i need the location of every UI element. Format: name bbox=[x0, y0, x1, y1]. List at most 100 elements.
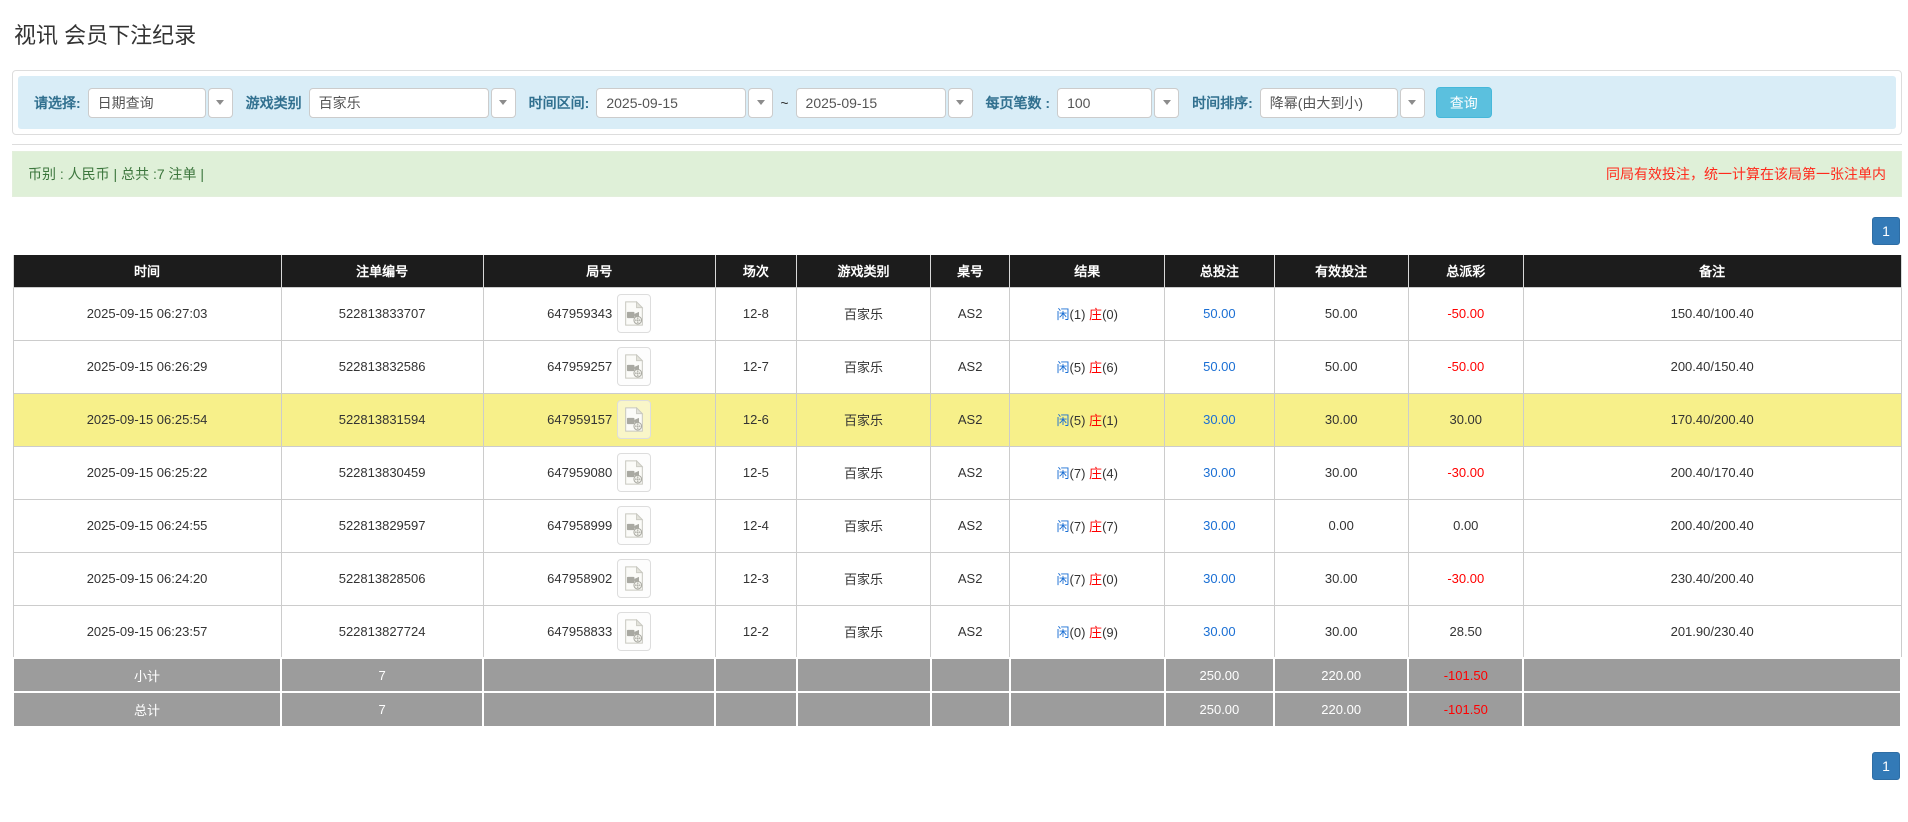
sort-order-label: 时间排序: bbox=[1192, 94, 1253, 111]
col-header-game-type: 游戏类别 bbox=[795, 255, 932, 287]
range-separator: ~ bbox=[780, 94, 789, 111]
cell-result: 闲(1) 庄(0) bbox=[1009, 286, 1166, 341]
cell-total-bet: 30.00 bbox=[1164, 445, 1275, 500]
sort-order-dropdown-button[interactable] bbox=[1399, 87, 1425, 118]
cell-game-type: 百家乐 bbox=[795, 392, 932, 447]
page-size-value[interactable]: 100 bbox=[1057, 87, 1153, 118]
total-row-payout: -101.50 bbox=[1407, 691, 1525, 726]
total-row-session bbox=[714, 691, 798, 726]
cell-round-id: 647959257 bbox=[482, 339, 716, 394]
page-1-button[interactable]: 1 bbox=[1872, 752, 1900, 780]
page-1-button[interactable]: 1 bbox=[1872, 217, 1900, 245]
time-range-label: 时间区间: bbox=[528, 94, 590, 111]
player-label: 闲 bbox=[1056, 519, 1070, 534]
video-record-button[interactable] bbox=[617, 453, 652, 492]
cell-total-bet: 30.00 bbox=[1164, 604, 1275, 659]
round-id-text: 647959257 bbox=[547, 359, 613, 374]
banker-count: (4) bbox=[1102, 466, 1118, 481]
cell-table: AS2 bbox=[930, 551, 1011, 606]
cell-time: 2025-09-15 06:25:54 bbox=[12, 392, 282, 447]
video-record-icon bbox=[625, 301, 644, 326]
player-count: (1) bbox=[1069, 307, 1086, 322]
cell-time: 2025-09-15 06:27:03 bbox=[12, 286, 282, 341]
summary-bar: 币别 : 人民币 | 总共 :7 注单 | 同局有效投注，统一计算在该局第一张注… bbox=[12, 151, 1902, 197]
round-id-text: 647958902 bbox=[547, 571, 613, 586]
player-count: (7) bbox=[1069, 572, 1086, 587]
banker-count: (0) bbox=[1102, 572, 1118, 587]
cell-table: AS2 bbox=[930, 498, 1011, 553]
date-from-value[interactable]: 2025-09-15 bbox=[596, 87, 747, 118]
total-row: 总计 7 250.00 220.00 -101.50 bbox=[11, 691, 1902, 726]
total-row-result bbox=[1008, 691, 1166, 726]
sort-order-combobox[interactable]: 降幂(由大到小) bbox=[1259, 87, 1425, 118]
date-from-dropdown-button[interactable] bbox=[748, 87, 774, 118]
select-type-value[interactable]: 日期查询 bbox=[87, 87, 206, 118]
sort-order-value[interactable]: 降幂(由大到小) bbox=[1259, 87, 1398, 118]
valid-bet-note: 同局有效投注，统一计算在该局第一张注单内 bbox=[1606, 166, 1886, 182]
subtotal-row-round bbox=[482, 657, 717, 692]
round-id-text: 647959343 bbox=[547, 306, 613, 321]
game-type-label: 游戏类别 bbox=[245, 94, 302, 111]
cell-total-bet: 50.00 bbox=[1164, 286, 1275, 341]
player-label: 闲 bbox=[1056, 466, 1070, 481]
page-size-dropdown-button[interactable] bbox=[1154, 87, 1180, 118]
banker-count: (0) bbox=[1102, 307, 1118, 322]
date-to-value[interactable]: 2025-09-15 bbox=[795, 87, 946, 118]
cell-session: 12-5 bbox=[714, 445, 798, 500]
cell-time: 2025-09-15 06:23:57 bbox=[12, 604, 282, 659]
video-record-button[interactable] bbox=[617, 611, 652, 651]
total-bet-link[interactable]: 30.00 bbox=[1203, 571, 1236, 586]
cell-round-id: 647958902 bbox=[482, 551, 716, 606]
date-from-combobox[interactable]: 2025-09-15 bbox=[596, 87, 774, 118]
subtotal-row-remark bbox=[1522, 657, 1902, 692]
search-button[interactable]: 查询 bbox=[1435, 87, 1492, 118]
bet-records-table: 时间 注单编号 局号 场次 游戏类别 桌号 结果 总投注 有效投注 总派彩 备注 2025-09-1… bbox=[11, 255, 1902, 726]
cell-bet-id: 522813831594 bbox=[280, 392, 484, 447]
cell-valid-bet: 50.00 bbox=[1273, 339, 1409, 394]
video-record-button[interactable] bbox=[617, 559, 652, 598]
cell-round-id: 647959157 bbox=[482, 392, 716, 447]
cell-remark: 170.40/200.40 bbox=[1522, 392, 1902, 447]
player-count: (7) bbox=[1069, 519, 1086, 534]
player-label: 闲 bbox=[1056, 413, 1070, 428]
page-title: 视讯 会员下注纪录 bbox=[14, 23, 197, 48]
banker-count: (1) bbox=[1102, 413, 1118, 428]
page-size-combobox[interactable]: 100 bbox=[1057, 87, 1180, 118]
video-record-icon bbox=[625, 618, 644, 644]
game-type-dropdown-button[interactable] bbox=[490, 87, 516, 118]
cell-valid-bet: 30.00 bbox=[1273, 551, 1409, 606]
total-bet-link[interactable]: 30.00 bbox=[1203, 624, 1236, 639]
total-bet-link[interactable]: 30.00 bbox=[1203, 412, 1236, 427]
banker-label: 庄 bbox=[1089, 624, 1103, 640]
date-to-dropdown-button[interactable] bbox=[947, 87, 973, 118]
banker-count: (9) bbox=[1102, 624, 1118, 640]
total-bet-link[interactable]: 30.00 bbox=[1203, 465, 1236, 480]
cell-table: AS2 bbox=[930, 604, 1011, 659]
video-record-button[interactable] bbox=[617, 506, 652, 545]
video-record-button[interactable] bbox=[617, 294, 652, 333]
total-row-count: 7 bbox=[280, 691, 485, 726]
total-bet-link[interactable]: 50.00 bbox=[1203, 306, 1236, 321]
col-header-session: 场次 bbox=[714, 255, 798, 287]
cell-session: 12-4 bbox=[714, 498, 798, 553]
total-row-round bbox=[482, 691, 717, 726]
total-bet-link[interactable]: 50.00 bbox=[1203, 359, 1236, 374]
game-type-value[interactable]: 百家乐 bbox=[308, 87, 489, 118]
subtotal-row-game bbox=[795, 657, 932, 692]
page-size-label: 每页笔数 : bbox=[985, 94, 1051, 111]
chevron-down-icon bbox=[1162, 100, 1171, 105]
cell-time: 2025-09-15 06:26:29 bbox=[12, 339, 282, 394]
banker-count: (7) bbox=[1102, 519, 1118, 534]
date-to-combobox[interactable]: 2025-09-15 bbox=[795, 87, 973, 118]
cell-valid-bet: 30.00 bbox=[1273, 392, 1409, 447]
video-record-button[interactable] bbox=[617, 400, 652, 439]
select-type-dropdown-button[interactable] bbox=[207, 87, 233, 118]
game-type-combobox[interactable]: 百家乐 bbox=[308, 87, 516, 118]
cell-remark: 150.40/100.40 bbox=[1522, 286, 1902, 341]
select-type-combobox[interactable]: 日期查询 bbox=[87, 87, 233, 118]
total-bet-link[interactable]: 30.00 bbox=[1203, 518, 1236, 533]
cell-valid-bet: 0.00 bbox=[1273, 498, 1409, 553]
video-record-button[interactable] bbox=[617, 347, 652, 386]
cell-total-bet: 30.00 bbox=[1164, 498, 1275, 553]
video-record-icon bbox=[625, 354, 644, 379]
